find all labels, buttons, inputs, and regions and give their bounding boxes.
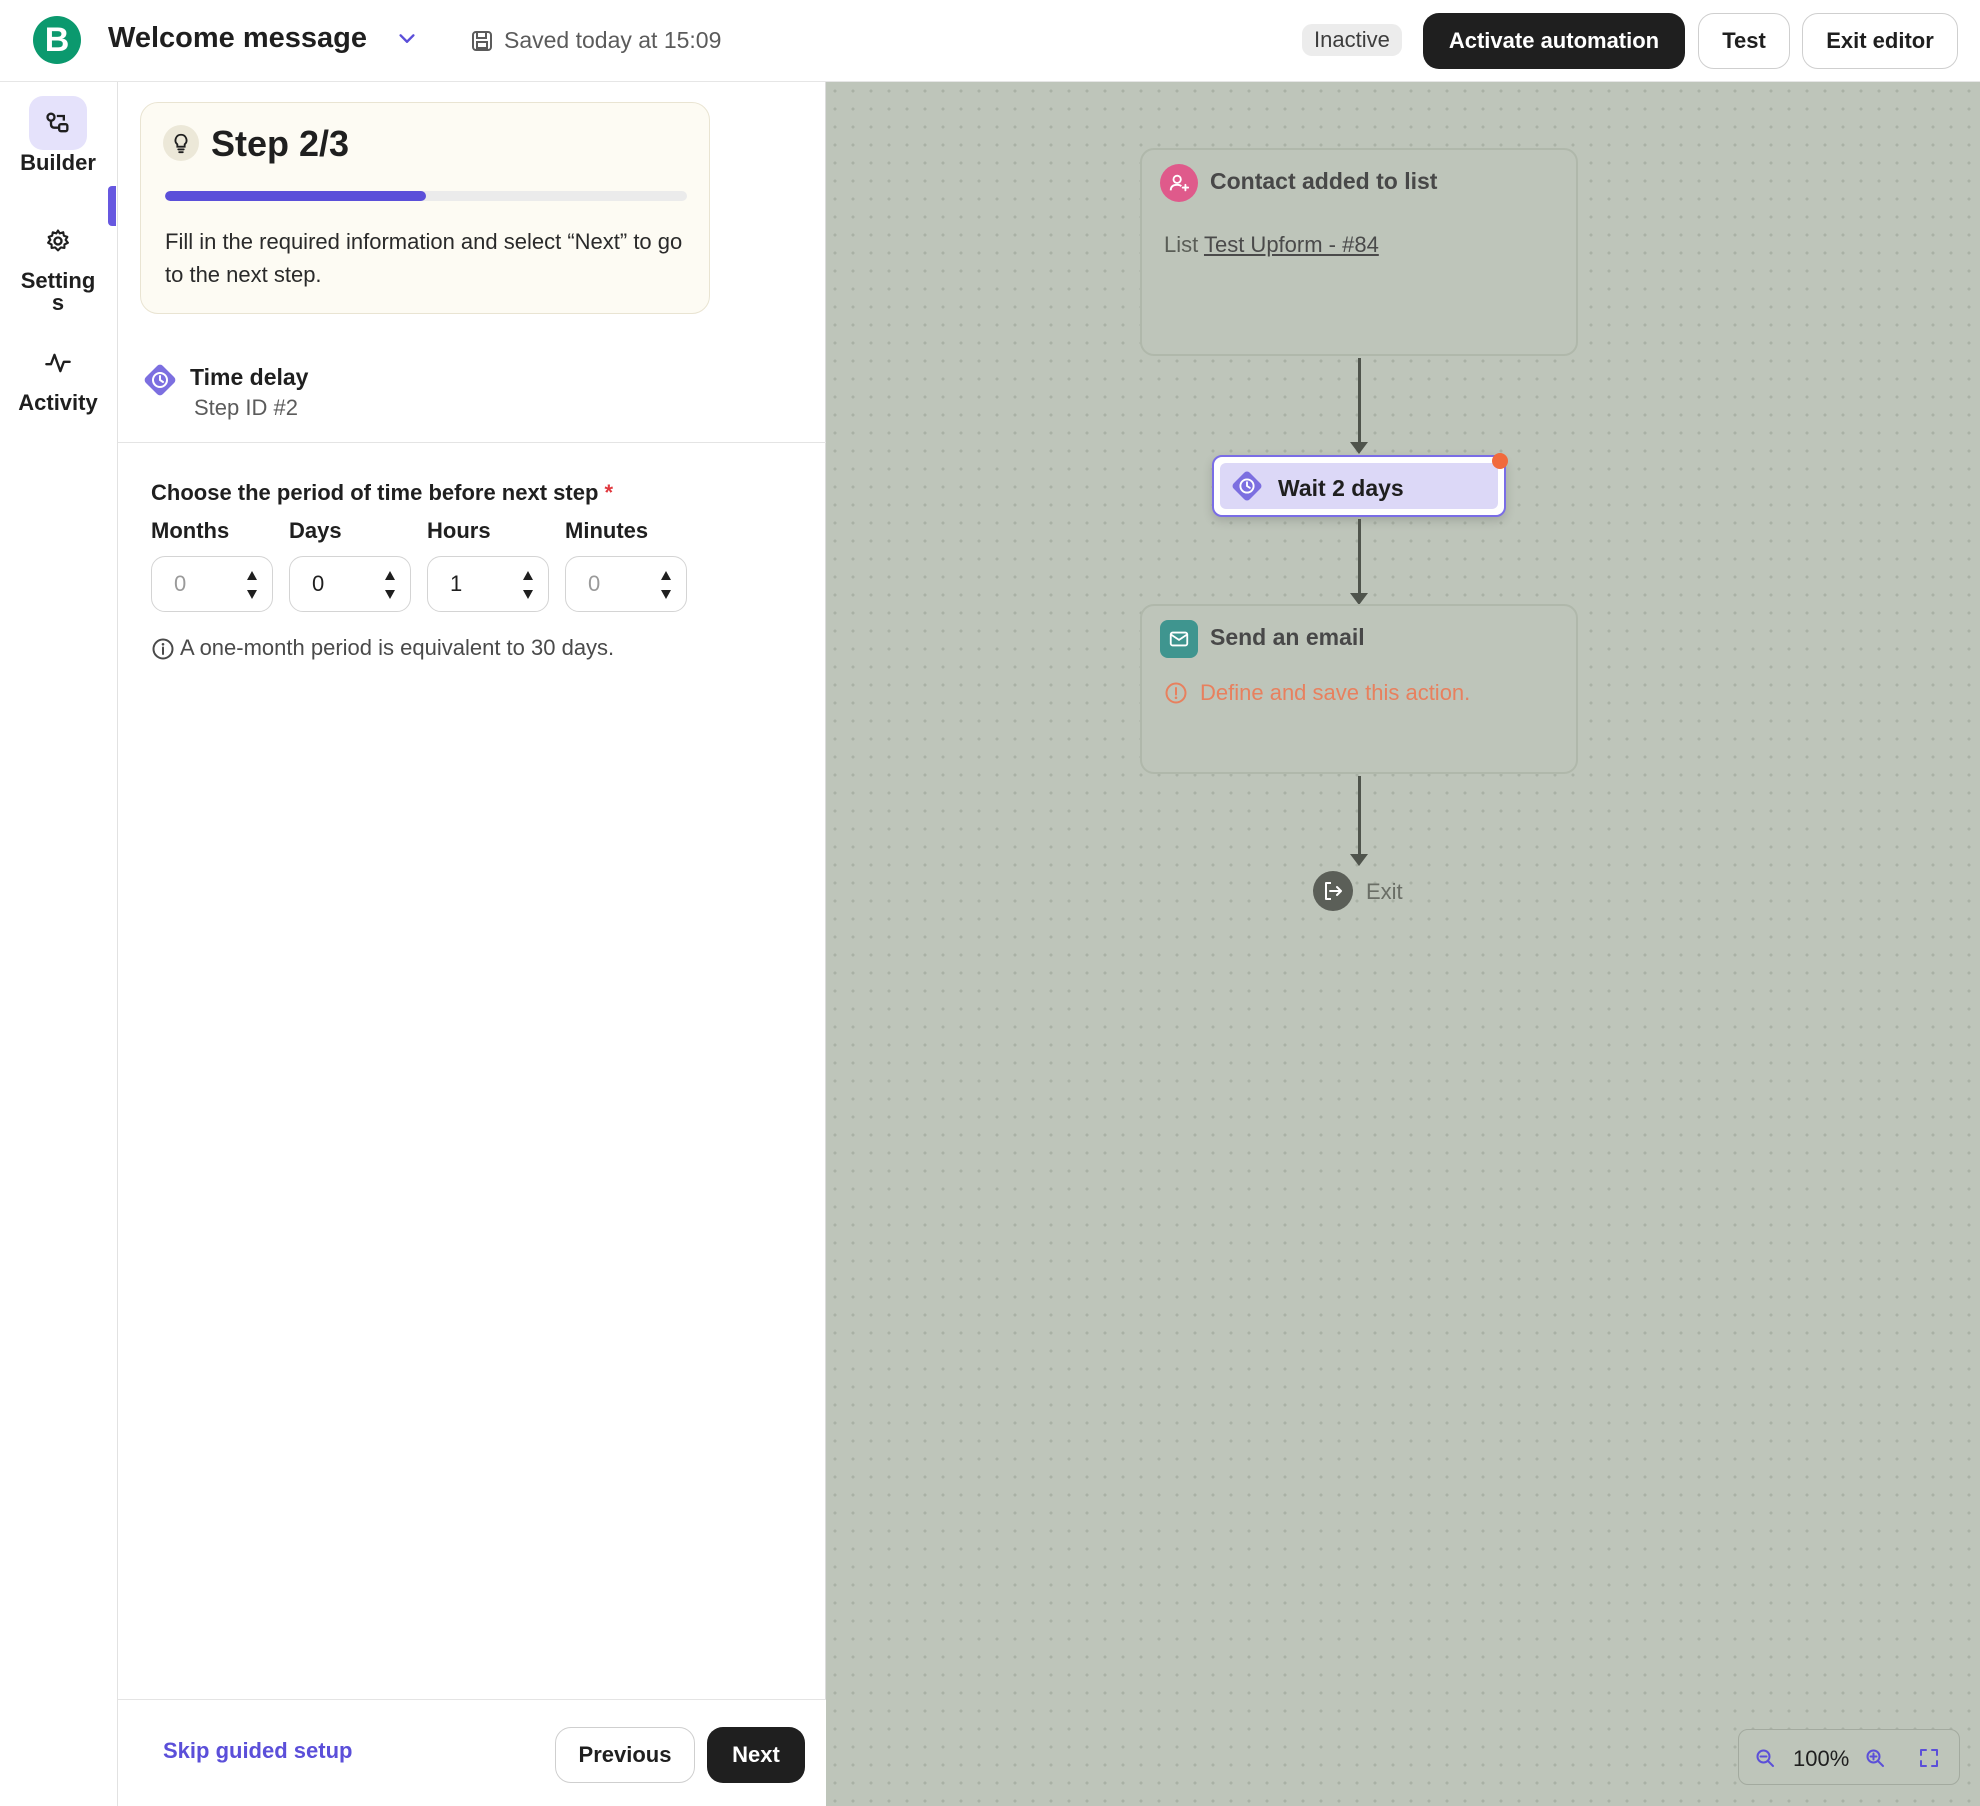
hours-stepper[interactable]: 1: [427, 556, 549, 612]
wait-node[interactable]: Wait 2 days: [1212, 453, 1508, 517]
activity-icon: [29, 336, 87, 390]
save-icon: [472, 31, 492, 51]
nav-label-activity: Activity: [18, 390, 98, 415]
activate-automation-button[interactable]: Activate automation: [1423, 13, 1685, 69]
days-value[interactable]: 0: [312, 571, 324, 597]
panel-footer: Skip guided setup Previous Next: [118, 1699, 826, 1806]
email-warning: Define and save this action.: [1164, 680, 1470, 706]
nav-item-builder[interactable]: Builder: [0, 96, 116, 174]
hours-label: Hours: [427, 518, 491, 543]
minutes-label: Minutes: [565, 518, 649, 543]
fit-screen-icon[interactable]: [1917, 1746, 1941, 1770]
wait-node-body: Wait 2 days: [1220, 463, 1498, 509]
stepper-arrows-icon[interactable]: [658, 565, 674, 605]
exit-icon: [1313, 871, 1353, 911]
connector-line: [1358, 776, 1361, 858]
guide-progress-bar: [165, 191, 687, 201]
warning-icon: [1165, 682, 1187, 704]
step-type-title: Time delay: [190, 364, 309, 390]
nav-item-settings[interactable]: Settings: [0, 214, 116, 314]
clock-icon: [144, 364, 176, 396]
top-bar: B Welcome message Saved today at 15:09 I…: [0, 0, 1980, 82]
next-button[interactable]: Next: [707, 1727, 805, 1783]
months-field: Months 0: [151, 518, 273, 612]
builder-icon: [29, 96, 87, 150]
connector-line: [1358, 358, 1361, 446]
info-icon: [152, 638, 174, 660]
zoom-control: 100%: [1738, 1729, 1960, 1785]
days-label: Days: [289, 518, 342, 543]
hours-field: Hours 1: [427, 518, 549, 612]
exit-editor-button[interactable]: Exit editor: [1802, 13, 1958, 69]
connector-line: [1358, 519, 1361, 597]
guide-description: Fill in the required information and sel…: [165, 229, 683, 287]
email-title: Send an email: [1210, 624, 1365, 650]
required-marker: *: [604, 480, 614, 505]
brand-logo[interactable]: B: [33, 16, 81, 64]
saved-status: Saved today at 15:09: [504, 27, 722, 53]
divider: [118, 442, 826, 443]
step-id-label: Step ID #2: [194, 395, 298, 420]
status-badge: Inactive: [1302, 24, 1402, 56]
envelope-icon: [1160, 620, 1198, 658]
guide-progress-fill: [165, 191, 426, 201]
automation-title[interactable]: Welcome message: [108, 22, 367, 55]
stepper-arrows-icon[interactable]: [382, 565, 398, 605]
minutes-stepper[interactable]: 0: [565, 556, 687, 612]
stepper-arrows-icon[interactable]: [244, 565, 260, 605]
trigger-node[interactable]: Contact added to list List Test Upform -…: [1140, 148, 1578, 356]
previous-button[interactable]: Previous: [555, 1727, 695, 1783]
step-config-panel: Step 2/3 Fill in the required informatio…: [118, 82, 826, 1806]
stepper-arrows-icon[interactable]: [520, 565, 536, 605]
left-nav: Builder Settings Activity: [0, 82, 118, 1806]
period-hint: A one-month period is equivalent to 30 d…: [180, 635, 615, 660]
days-field: Days 0: [289, 518, 411, 612]
hours-value[interactable]: 1: [450, 571, 462, 597]
unsaved-dot: [1492, 453, 1508, 469]
step-counter-title: Step 2/3: [211, 123, 350, 164]
email-node[interactable]: Send an email Define and save this actio…: [1140, 604, 1578, 774]
chevron-down-icon[interactable]: [396, 28, 418, 50]
user-add-icon: [1160, 164, 1198, 202]
clock-icon: [1232, 471, 1262, 501]
trigger-body: List Test Upform - #84: [1164, 232, 1379, 258]
connector-arrow: [1350, 854, 1368, 866]
days-stepper[interactable]: 0: [289, 556, 411, 612]
zoom-out-icon[interactable]: [1753, 1746, 1777, 1770]
months-value[interactable]: 0: [174, 571, 186, 597]
guided-setup-card: Step 2/3 Fill in the required informatio…: [140, 102, 710, 314]
nav-label-settings: Settings: [20, 268, 96, 315]
period-label: Choose the period of time before next st…: [151, 480, 613, 506]
trigger-title: Contact added to list: [1210, 168, 1438, 194]
zoom-in-icon[interactable]: [1863, 1746, 1887, 1770]
period-label-text: Choose the period of time before next st…: [151, 480, 599, 505]
months-label: Months: [151, 518, 230, 543]
connector-arrow: [1350, 442, 1368, 454]
trigger-body-prefix: List: [1164, 232, 1199, 257]
exit-label: Exit: [1366, 879, 1403, 904]
gear-icon: [29, 214, 87, 268]
test-button[interactable]: Test: [1698, 13, 1790, 69]
zoom-level: 100%: [1793, 1746, 1850, 1771]
list-link[interactable]: Test Upform - #84: [1204, 232, 1379, 257]
minutes-value[interactable]: 0: [588, 571, 600, 597]
nav-label-builder: Builder: [20, 150, 96, 175]
workflow-canvas[interactable]: Contact added to list List Test Upform -…: [826, 82, 1980, 1806]
wait-label: Wait 2 days: [1278, 475, 1404, 501]
months-stepper[interactable]: 0: [151, 556, 273, 612]
lightbulb-icon: [163, 125, 199, 161]
minutes-field: Minutes 0: [565, 518, 687, 612]
skip-guided-setup-link[interactable]: Skip guided setup: [163, 1738, 352, 1764]
email-warning-text: Define and save this action.: [1200, 680, 1471, 705]
nav-item-activity[interactable]: Activity: [0, 336, 116, 414]
